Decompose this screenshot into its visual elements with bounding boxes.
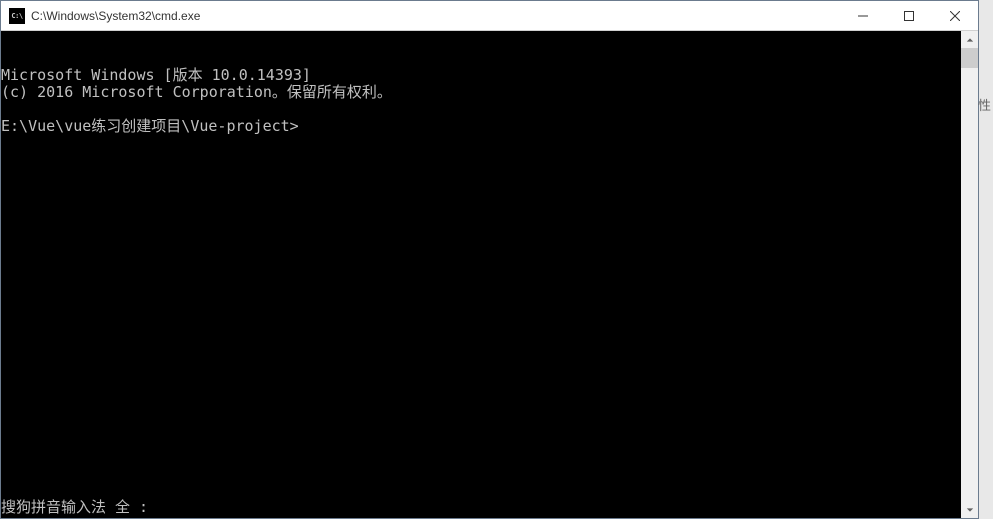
terminal-line: Microsoft Windows [版本 10.0.14393] [1,67,961,84]
cmd-window: C:\ C:\Windows\System32\cmd.exe Microsof… [0,0,979,519]
background-panel-text: 性 [978,95,991,114]
maximize-button[interactable] [886,1,932,30]
scroll-track[interactable] [961,48,978,501]
window-title: C:\Windows\System32\cmd.exe [31,9,840,23]
titlebar[interactable]: C:\ C:\Windows\System32\cmd.exe [1,1,978,31]
cmd-icon-text: C:\ [11,12,22,20]
ime-status: 搜狗拼音输入法 全 : [1,499,148,516]
terminal-container: Microsoft Windows [版本 10.0.14393](c) 201… [1,31,978,518]
terminal-line [1,101,961,118]
terminal-line: E:\Vue\vue练习创建项目\Vue-project> [1,118,961,135]
close-button[interactable] [932,1,978,30]
terminal-line: (c) 2016 Microsoft Corporation。保留所有权利。 [1,84,961,101]
scroll-down-button[interactable] [961,501,978,518]
cmd-icon: C:\ [9,8,25,24]
window-controls [840,1,978,30]
scroll-up-button[interactable] [961,31,978,48]
scrollbar[interactable] [961,31,978,518]
terminal[interactable]: Microsoft Windows [版本 10.0.14393](c) 201… [1,31,961,518]
minimize-button[interactable] [840,1,886,30]
scroll-thumb[interactable] [961,48,978,68]
